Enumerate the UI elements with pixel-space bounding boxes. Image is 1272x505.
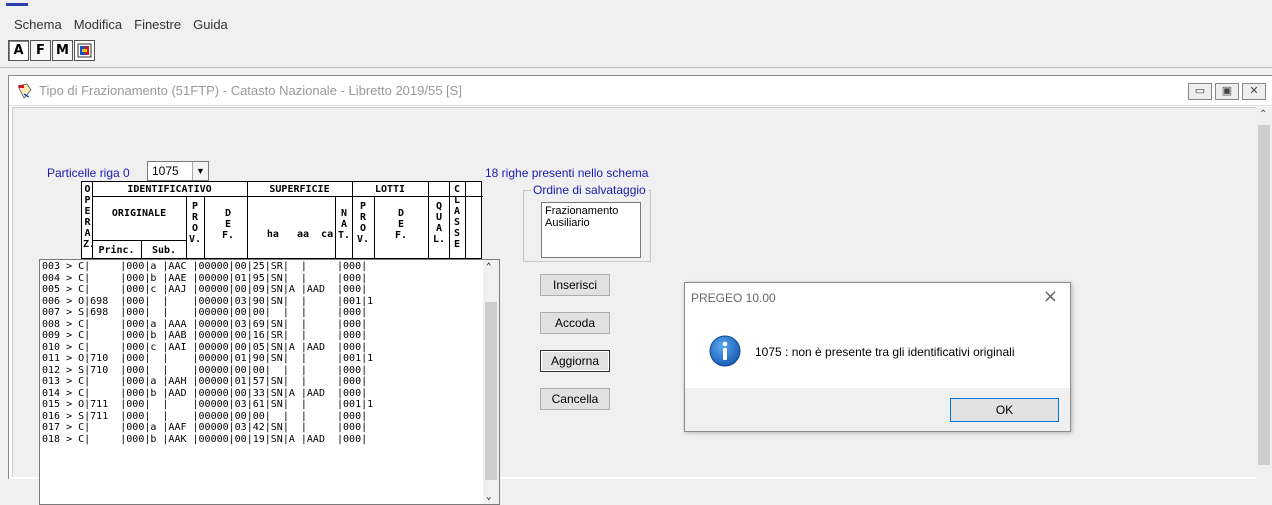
list-item[interactable]: 010 > C| |000|c |AAI |00000|00|05|SN|A |… [42,342,373,354]
dialog-title: PREGEO 10.00 [691,291,776,305]
restore-button[interactable]: ▣ [1215,83,1239,100]
ordine-item-ausiliario[interactable]: Ausiliario [545,217,637,229]
document-window: Tipo di Frazionamento (51FTP) - Catasto … [8,75,1272,505]
col-lotti-prov: P R O V. [356,201,370,245]
chevron-down-icon[interactable]: ▼ [192,162,208,180]
toolbar-f-button[interactable]: F [30,40,51,61]
scroll-up-icon[interactable]: ⌃ [1259,109,1267,120]
menu-finestre[interactable]: Finestre [128,14,187,36]
list-item[interactable]: 015 > O|711 |000| | |00000|03|61|SN| | |… [42,399,373,411]
document-icon [17,83,32,99]
close-button[interactable]: ✕ [1242,83,1266,100]
dialog-close-button[interactable]: × [1043,286,1058,307]
particelle-combo[interactable]: 1075 ▼ [147,161,209,181]
list-item[interactable]: 009 > C| |000|b |AAB |00000|00|16|SR| | … [42,330,373,342]
menu-modifica[interactable]: Modifica [68,14,128,36]
list-item[interactable]: 011 > O|710 |000| | |00000|01|90|SN| | |… [42,353,373,365]
ordine-listbox[interactable]: Frazionamento Ausiliario [541,202,641,258]
inserisci-button[interactable]: Inserisci [540,274,610,296]
particelle-listbox[interactable]: 003 > C| |000|a |AAC |00000|00|25|SR| | … [39,259,500,505]
list-item[interactable]: 003 > C| |000|a |AAC |00000|00|25|SR| | … [42,261,373,273]
list-item[interactable]: 014 > C| |000|b |AAD |00000|00|33|SN|A |… [42,388,373,400]
list-item[interactable]: 007 > S|698 |000| | |00000|00|00| | | |0… [42,307,373,319]
col-def: D E F. [222,208,235,241]
col-classe: C L A S S E [453,184,461,250]
righe-count-label: 18 righe presenti nello schema [485,166,649,180]
document-title: Tipo di Frazionamento (51FTP) - Catasto … [39,83,462,98]
col-sub: Sub. [151,245,177,256]
dialog-footer: OK [685,388,1070,431]
accoda-button[interactable]: Accoda [540,312,610,334]
minimize-button[interactable]: ▭ [1188,83,1212,100]
col-qual: Q U A L. [432,201,446,245]
toolbar-separator [0,67,1272,68]
col-originale: ORIGINALE [111,208,167,219]
col-ha-aa-ca: ha aa ca [266,229,334,240]
list-item[interactable]: 018 > C| |000|b |AAK |00000|00|19|SN|A |… [42,434,373,446]
toolbar-m-button[interactable]: M [52,40,73,61]
listbox-scroll-thumb[interactable] [485,302,497,480]
particelle-label: Particelle riga 0 [47,166,130,180]
menu-guida[interactable]: Guida [187,14,234,36]
listbox-rows: 003 > C| |000|a |AAC |00000|00|25|SR| | … [42,261,373,445]
info-icon [709,335,741,367]
list-item[interactable]: 005 > C| |000|c |AAJ |00000|00|09|SN|A |… [42,284,373,296]
col-prov: P R O V. [188,201,202,245]
window-scrollbar[interactable]: ⌃ [1256,107,1272,480]
ok-button[interactable]: OK [950,398,1059,422]
col-superficie: SUPERFICIE [269,184,330,195]
aggiorna-button[interactable]: Aggiorna [540,350,610,372]
col-nat: N A T. [338,208,351,241]
list-item[interactable]: 006 > O|698 |000| | |00000|03|90|SN| | |… [42,296,373,308]
toolbar-a-button[interactable]: A [8,40,29,61]
list-item[interactable]: 017 > C| |000|a |AAF |00000|03|42|SN| | … [42,422,373,434]
col-lotti: LOTTI [374,184,406,195]
message-dialog: PREGEO 10.00 × 1075 : non è presente tra… [684,282,1071,432]
scroll-up-icon[interactable]: ⌃ [486,262,491,272]
list-item[interactable]: 008 > C| |000|a |AAA |00000|03|69|SN| | … [42,319,373,331]
exit-flag-button[interactable] [74,40,95,61]
grid-header: O P E R A Z. IDENTIFICATIVO ORIGINALE Pr… [81,181,483,260]
list-item[interactable]: 004 > C| |000|b |AAE |00000|01|95|SN| | … [42,273,373,285]
col-lotti-def: D E F. [395,208,408,241]
scroll-down-icon[interactable]: ⌄ [486,492,491,502]
col-operaz: O P E R A Z. [83,184,96,250]
menu-schema[interactable]: Schema [8,14,68,36]
list-item[interactable]: 013 > C| |000|a |AAH |00000|01|57|SN| | … [42,376,373,388]
window-scroll-thumb[interactable] [1258,125,1270,465]
ordine-label: Ordine di salvataggio [531,183,648,197]
toolbar: A F M [8,40,95,61]
cancella-button[interactable]: Cancella [540,388,610,410]
list-item[interactable]: 012 > S|710 |000| | |00000|00|00| | | |0… [42,365,373,377]
listbox-scrollbar[interactable]: ⌃ ⌄ [483,260,499,504]
document-titlebar: Tipo di Frazionamento (51FTP) - Catasto … [9,76,1272,106]
menu-bar: Schema Modifica Finestre Guida [0,14,1272,36]
ordine-item-frazionamento[interactable]: Frazionamento [545,205,637,217]
exit-flag-icon [77,43,92,58]
dialog-message: 1075 : non è presente tra gli identifica… [755,345,1015,359]
col-princ: Princ. [98,245,135,256]
particelle-value: 1075 [152,164,179,178]
app-logo [6,3,28,6]
list-item[interactable]: 016 > S|711 |000| | |00000|00|00| | | |0… [42,411,373,423]
col-identificativo: IDENTIFICATIVO [127,184,212,195]
window-controls: ▭ ▣ ✕ [1188,83,1266,100]
